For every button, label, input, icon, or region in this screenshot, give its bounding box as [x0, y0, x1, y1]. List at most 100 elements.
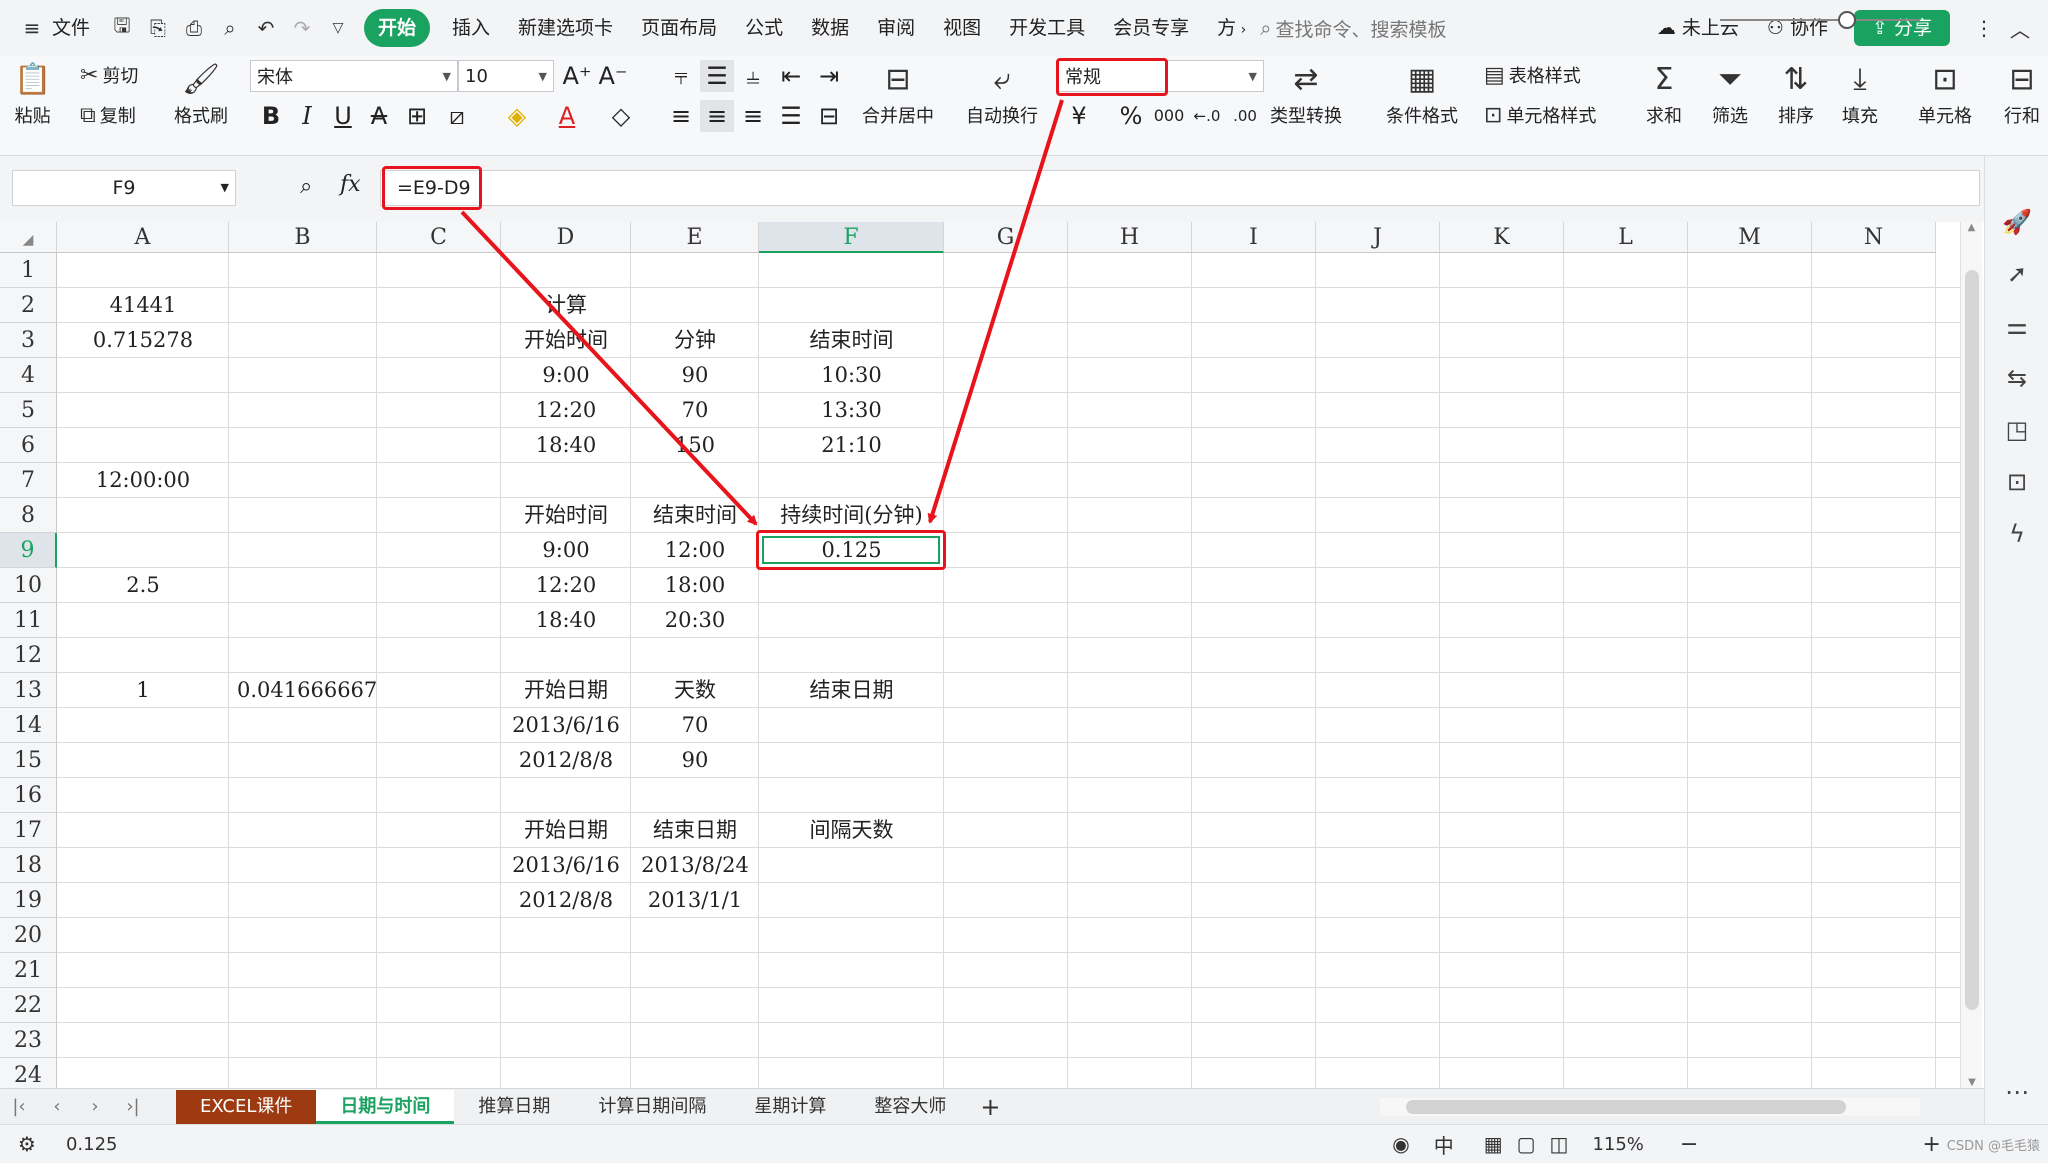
cell-d17[interactable]: 开始日期: [501, 813, 631, 848]
sort-button[interactable]: ⇅ 排序: [1778, 60, 1814, 128]
column-header-c[interactable]: C: [377, 222, 501, 253]
font-size-select[interactable]: 10 ▼: [458, 60, 554, 92]
tab-page-layout[interactable]: 页面布局: [627, 9, 731, 47]
cell-f8[interactable]: 持续时间(分钟): [759, 498, 944, 533]
horizontal-scrollbar[interactable]: [1380, 1098, 1920, 1116]
tab-view[interactable]: 视图: [929, 9, 995, 47]
row-header-13[interactable]: 13: [0, 673, 57, 708]
tab-developer[interactable]: 开发工具: [995, 9, 1099, 47]
next-sheet-icon[interactable]: ›: [76, 1096, 114, 1117]
tab-data[interactable]: 数据: [797, 9, 863, 47]
row-header-8[interactable]: 8: [0, 498, 57, 533]
zoom-level[interactable]: 115%: [1592, 1134, 1643, 1155]
first-sheet-icon[interactable]: |‹: [0, 1096, 38, 1117]
cell-b13[interactable]: 0.041666667: [237, 673, 377, 708]
vertical-scroll-thumb[interactable]: [1965, 270, 1979, 1010]
thousands-icon[interactable]: 000: [1152, 100, 1186, 132]
italic-icon[interactable]: I: [290, 100, 324, 132]
cell-style-button[interactable]: ⊡ 单元格样式: [1484, 102, 1596, 128]
chart-icon[interactable]: ◳: [1985, 404, 2048, 456]
row-header-24[interactable]: 24: [0, 1058, 57, 1090]
fill-button[interactable]: ⤓ 填充: [1842, 60, 1878, 128]
column-header-i[interactable]: I: [1192, 222, 1316, 253]
font-name-select[interactable]: 宋体 ▼: [250, 60, 458, 92]
sheet-tab-weekday[interactable]: 星期计算: [730, 1090, 850, 1124]
align-middle-icon[interactable]: ☰: [700, 60, 734, 92]
border-icon[interactable]: ⊞: [400, 100, 434, 132]
cell-button[interactable]: ⊡ 单元格: [1918, 60, 1972, 128]
select-all-corner[interactable]: ◢: [0, 222, 57, 253]
cell-d8[interactable]: 开始时间: [501, 498, 631, 533]
undo-icon[interactable]: ↶: [248, 9, 284, 47]
row-header-3[interactable]: 3: [0, 323, 57, 358]
cell-d4[interactable]: 9:00: [501, 358, 631, 393]
tab-review[interactable]: 审阅: [863, 9, 929, 47]
cell-d13[interactable]: 开始日期: [501, 673, 631, 708]
row-header-20[interactable]: 20: [0, 918, 57, 953]
cell-d15[interactable]: 2012/8/8: [501, 743, 631, 778]
cut-button[interactable]: ✂ 剪切: [80, 62, 138, 88]
cell-d6[interactable]: 18:40: [501, 428, 631, 463]
row-header-18[interactable]: 18: [0, 848, 57, 883]
cell-e13[interactable]: 天数: [631, 673, 759, 708]
cell-d14[interactable]: 2013/6/16: [501, 708, 631, 743]
underline-icon[interactable]: U: [326, 100, 360, 132]
column-header-b[interactable]: B: [229, 222, 377, 253]
tab-home[interactable]: 开始: [364, 9, 431, 47]
cell-a7[interactable]: 12:00:00: [57, 463, 229, 498]
more-dots-icon[interactable]: ⋯: [1985, 1066, 2048, 1118]
collapse-ribbon-icon[interactable]: ︿: [2002, 9, 2038, 47]
eye-protection-icon[interactable]: ◉: [1392, 1132, 1409, 1156]
zoom-formula-icon[interactable]: ⌕: [300, 174, 312, 199]
font-color-icon[interactable]: A: [550, 100, 584, 132]
copy-button[interactable]: ⧉ 复制: [80, 102, 136, 128]
cell-e17[interactable]: 结束日期: [631, 813, 759, 848]
column-header-h[interactable]: H: [1068, 222, 1192, 253]
row-header-16[interactable]: 16: [0, 778, 57, 813]
row-header-23[interactable]: 23: [0, 1023, 57, 1058]
row-header-11[interactable]: 11: [0, 603, 57, 638]
cell-e6[interactable]: 150: [631, 428, 759, 463]
last-sheet-icon[interactable]: ›|: [114, 1096, 152, 1117]
row-header-7[interactable]: 7: [0, 463, 57, 498]
export-pdf-icon[interactable]: ⎘: [140, 9, 176, 47]
cell-e5[interactable]: 70: [631, 393, 759, 428]
row-header-21[interactable]: 21: [0, 953, 57, 988]
column-header-g[interactable]: G: [944, 222, 1068, 253]
scroll-down-icon[interactable]: ▼: [1961, 1077, 1983, 1088]
lightning-icon[interactable]: ϟ: [1985, 508, 2048, 560]
cell-e4[interactable]: 90: [631, 358, 759, 393]
sheet-tab-makeover[interactable]: 整容大师: [850, 1090, 970, 1124]
cell-d2[interactable]: 计算: [501, 288, 631, 323]
decrease-indent-icon[interactable]: ⇤: [774, 60, 808, 92]
add-sheet-icon[interactable]: +: [970, 1090, 1010, 1124]
cell-e18[interactable]: 2013/8/24: [631, 848, 759, 883]
save-icon[interactable]: 🖫: [104, 9, 140, 47]
table-style-button[interactable]: ▤ 表格样式: [1484, 62, 1581, 88]
fill-color-icon[interactable]: ◈: [500, 100, 534, 132]
print-icon[interactable]: ⎙: [176, 9, 212, 47]
input-method-icon[interactable]: 中: [1434, 1130, 1454, 1159]
tab-member[interactable]: 会员专享: [1099, 9, 1203, 47]
tab-formulas[interactable]: 公式: [731, 9, 797, 47]
cell-e11[interactable]: 20:30: [631, 603, 759, 638]
hamburger-menu-icon[interactable]: ≡: [14, 9, 50, 47]
align-right-icon[interactable]: ≡: [736, 100, 770, 132]
column-header-f[interactable]: F: [759, 222, 944, 253]
row-header-10[interactable]: 10: [0, 568, 57, 603]
sheet-tab-excel-course[interactable]: EXCEL课件: [176, 1089, 317, 1124]
align-center-icon[interactable]: ≡: [700, 100, 734, 132]
prev-sheet-icon[interactable]: ‹: [38, 1096, 76, 1117]
column-header-n[interactable]: N: [1812, 222, 1936, 253]
cell-e3[interactable]: 分钟: [631, 323, 759, 358]
transform-icon[interactable]: ⇆: [1985, 352, 2048, 404]
column-header-d[interactable]: D: [501, 222, 631, 253]
cell-d5[interactable]: 12:20: [501, 393, 631, 428]
sheet-tab-infer-date[interactable]: 推算日期: [454, 1090, 574, 1124]
align-top-icon[interactable]: ⫧: [664, 60, 698, 92]
row-header-2[interactable]: 2: [0, 288, 57, 323]
cloud-status-button[interactable]: ☁ 未上云: [1643, 9, 1753, 47]
horizontal-scroll-thumb[interactable]: [1406, 1100, 1846, 1114]
row-header-14[interactable]: 14: [0, 708, 57, 743]
row-header-4[interactable]: 4: [0, 358, 57, 393]
